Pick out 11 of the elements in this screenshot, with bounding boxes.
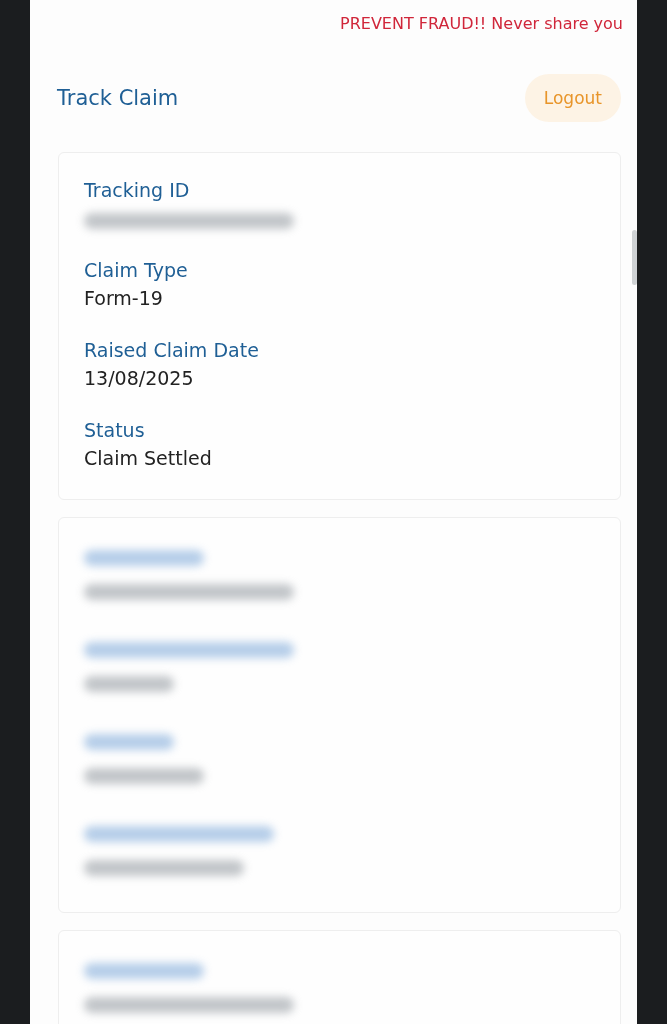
field-label: Status <box>84 419 146 441</box>
field-label: Raised Claim Date <box>84 339 260 361</box>
field-value: Form-19 <box>84 287 164 309</box>
fraud-warning: PREVENT FRAUD!! Never share you <box>340 14 623 35</box>
field-label: Tracking ID <box>84 179 191 201</box>
field-value: Claim Settled <box>84 447 213 469</box>
field-value: 13/08/2025 <box>84 367 195 389</box>
field-label: Claim Type <box>84 259 189 281</box>
logout-button[interactable]: Logout <box>524 74 621 122</box>
scrollbar[interactable] <box>632 230 637 285</box>
page-title: Track Claim <box>57 86 179 110</box>
